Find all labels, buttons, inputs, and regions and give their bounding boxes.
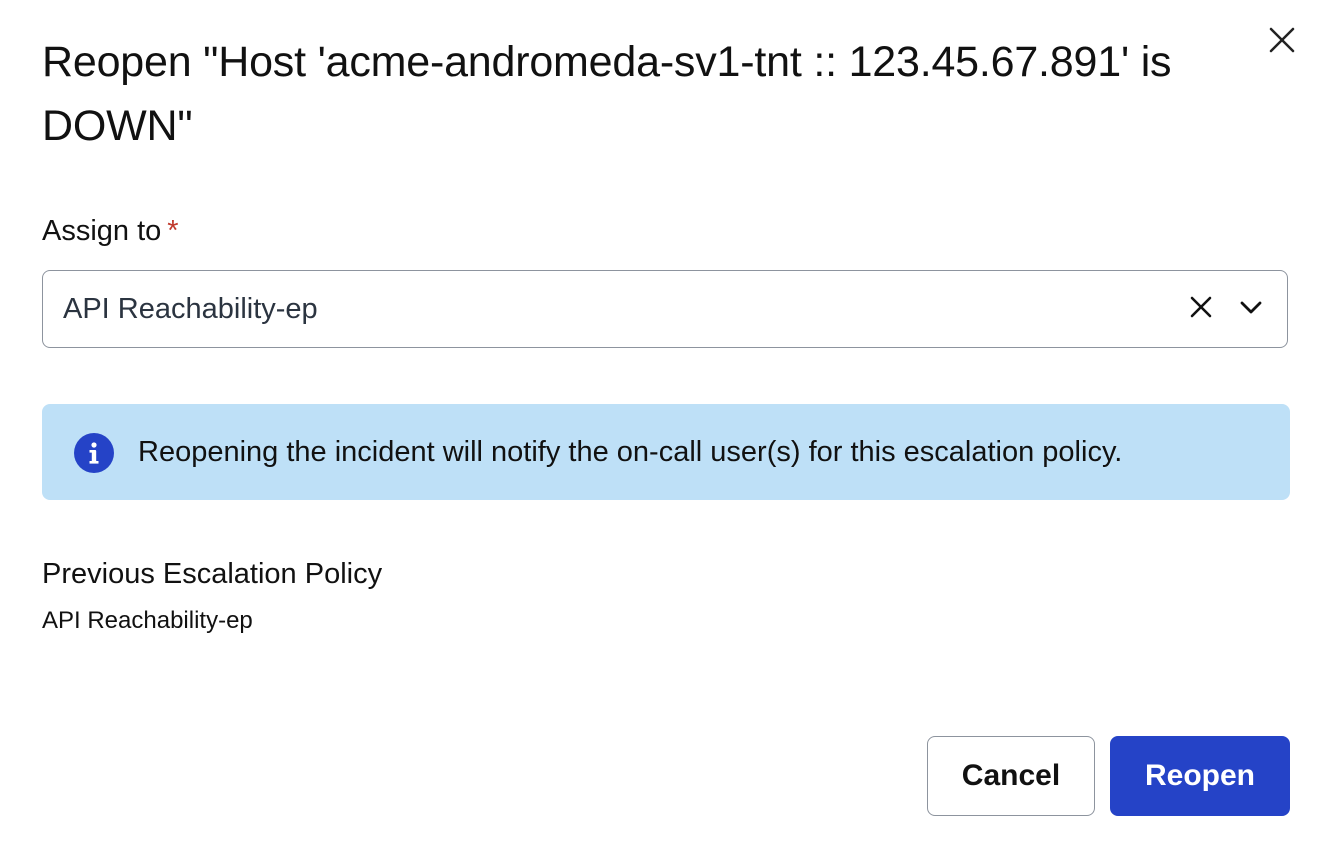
previous-policy-heading: Previous Escalation Policy: [42, 558, 383, 590]
assign-to-label-text: Assign to: [42, 215, 162, 247]
close-icon: [1268, 26, 1296, 59]
chevron-down-icon: [1238, 294, 1264, 325]
close-button[interactable]: [1262, 22, 1302, 62]
reopen-incident-dialog: Reopen "Host 'acme-andromeda-sv1-tnt :: …: [0, 0, 1334, 844]
clear-selection-button[interactable]: [1183, 291, 1219, 327]
previous-policy-value: API Reachability-ep: [42, 607, 253, 634]
escalation-policy-select[interactable]: API Reachability-ep: [42, 270, 1288, 348]
cancel-button[interactable]: Cancel: [927, 736, 1095, 816]
info-icon: [74, 433, 114, 473]
info-banner: Reopening the incident will notify the o…: [42, 404, 1290, 500]
info-message: Reopening the incident will notify the o…: [138, 436, 1123, 468]
dropdown-toggle-button[interactable]: [1233, 291, 1269, 327]
reopen-button[interactable]: Reopen: [1110, 736, 1290, 816]
dialog-title: Reopen "Host 'acme-andromeda-sv1-tnt :: …: [42, 38, 1172, 150]
selected-escalation-policy: API Reachability-ep: [63, 293, 318, 325]
clear-icon: [1188, 294, 1214, 325]
required-marker: *: [167, 215, 179, 247]
assign-to-label: Assign to *: [42, 212, 179, 250]
